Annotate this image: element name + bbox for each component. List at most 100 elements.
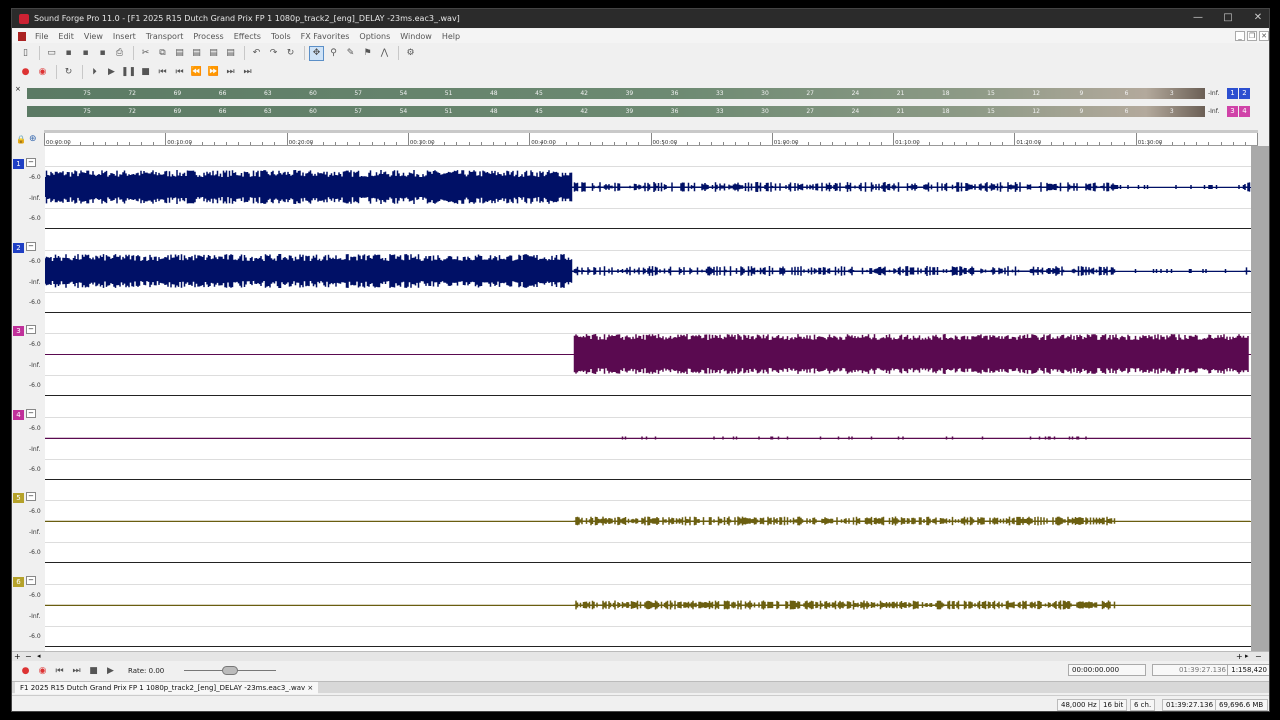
fast-forward-icon[interactable]: ⏩	[206, 65, 221, 80]
pause-icon[interactable]: ❚❚	[121, 65, 136, 80]
mix-icon[interactable]: ▤	[189, 46, 204, 61]
redo-icon[interactable]: ↷	[266, 46, 281, 61]
channel-number-1[interactable]: 1	[13, 159, 24, 169]
rate-slider-thumb[interactable]	[222, 666, 239, 675]
zoom-out-icon[interactable]: −	[25, 652, 32, 661]
arm-small-icon[interactable]: ◉	[35, 664, 50, 679]
crop-icon[interactable]: ▤	[206, 46, 221, 61]
render-icon[interactable]: ▪	[95, 46, 110, 61]
pencil-tool-icon[interactable]: ✎	[343, 46, 358, 61]
channel-number-3[interactable]: 3	[13, 326, 24, 336]
tab-close-icon[interactable]: ×	[307, 684, 313, 692]
stop-icon[interactable]: ■	[138, 65, 153, 80]
event-tool-icon[interactable]: ⚑	[360, 46, 375, 61]
channel-lane-3[interactable]	[45, 313, 1251, 396]
previous-icon[interactable]: ⏮	[172, 65, 187, 80]
rate-slider[interactable]	[184, 666, 277, 676]
menu-tools[interactable]: Tools	[266, 32, 296, 41]
new-file-icon[interactable]: ▯	[18, 46, 33, 61]
scroll-left-icon[interactable]: ◂	[37, 652, 41, 660]
open-folder-icon[interactable]: ▭	[44, 46, 59, 61]
go-to-start-icon[interactable]: ⏮	[155, 65, 170, 80]
channel-minimize-icon[interactable]: −	[26, 325, 36, 334]
channel-number-6[interactable]: 6	[13, 576, 24, 587]
snap-icon[interactable]: ⚙	[403, 46, 418, 61]
menu-window[interactable]: Window	[395, 32, 437, 41]
stop-small-icon[interactable]: ■	[86, 664, 101, 679]
scroll-right-icon[interactable]: ▸	[1245, 652, 1249, 660]
record-icon[interactable]: ●	[18, 65, 33, 80]
channel-number-4[interactable]: 4	[13, 409, 24, 420]
next-small-icon[interactable]: ⏭	[69, 664, 84, 679]
channel-lane-6[interactable]	[45, 564, 1251, 647]
close-meter-icon[interactable]: ×	[15, 85, 21, 93]
mdi-minimize-button[interactable]: _	[1235, 31, 1245, 41]
meter-channel-4[interactable]: 4	[1239, 106, 1250, 117]
channel-lane-5[interactable]	[45, 480, 1251, 563]
prev-small-icon[interactable]: ⏮	[52, 664, 67, 679]
trim-icon[interactable]: ▤	[223, 46, 238, 61]
menu-file[interactable]: File	[30, 32, 53, 41]
meter-tick-label: 39	[625, 108, 634, 115]
menu-options[interactable]: Options	[354, 32, 395, 41]
waveform-area[interactable]	[45, 146, 1251, 651]
menu-view[interactable]: View	[79, 32, 108, 41]
save-icon[interactable]: ▪	[61, 46, 76, 61]
repeat-icon[interactable]: ↻	[283, 46, 298, 61]
vertical-zoom-out-icon[interactable]: −	[1255, 652, 1262, 661]
mdi-restore-button[interactable]: ❐	[1247, 31, 1257, 41]
menu-transport[interactable]: Transport	[141, 32, 189, 41]
menu-insert[interactable]: Insert	[108, 32, 141, 41]
ruler-minor-tick	[1111, 142, 1113, 145]
channel-minimize-icon[interactable]: −	[26, 408, 36, 418]
channel-minimize-icon[interactable]: −	[26, 158, 36, 167]
cut-icon[interactable]: ✂	[138, 46, 153, 61]
undo-icon[interactable]: ↶	[249, 46, 264, 61]
copy-icon[interactable]: ⧉	[155, 46, 170, 61]
envelope-tool-icon[interactable]: ⋀	[377, 46, 392, 61]
zoom-in-right-icon[interactable]: +	[1236, 652, 1243, 661]
minimize-button[interactable]: —	[1183, 9, 1213, 28]
document-tab[interactable]: F1 2025 R15 Dutch Grand Prix FP 1 1080p_…	[15, 682, 319, 694]
channel-lane-4[interactable]	[45, 397, 1251, 480]
rewind-icon[interactable]: ⏪	[189, 65, 204, 80]
record-small-icon[interactable]: ●	[18, 664, 33, 679]
title-bar[interactable]: Sound Forge Pro 11.0 - [F1 2025 R15 Dutc…	[12, 9, 1269, 28]
play-icon[interactable]: ▶	[104, 65, 119, 80]
channel-minimize-icon[interactable]: −	[26, 575, 36, 585]
maximize-button[interactable]: □	[1213, 9, 1243, 28]
loop-icon[interactable]: ↻	[61, 65, 76, 80]
menu-edit[interactable]: Edit	[53, 32, 79, 41]
play-small-icon[interactable]: ▶	[103, 664, 118, 679]
time-ruler[interactable]: 00:00:00 00:10:00 00:20:00 00:30:00 00:40:00…	[44, 133, 1258, 146]
channel-number-2[interactable]: 2	[13, 242, 24, 253]
go-to-end-icon[interactable]: ⏭	[240, 65, 255, 80]
arm-record-icon[interactable]: ◉	[35, 65, 50, 80]
channel-lane-1[interactable]	[45, 146, 1251, 229]
edit-tool-icon[interactable]: ✥	[309, 45, 324, 61]
play-all-icon[interactable]: ⏵	[87, 65, 102, 80]
menu-effects[interactable]: Effects	[229, 32, 266, 41]
magnify-tool-icon[interactable]: ⚲	[326, 46, 341, 61]
menu-help[interactable]: Help	[437, 32, 465, 41]
meter-channel-3[interactable]: 3	[1227, 106, 1238, 117]
zoom-in-icon[interactable]: +	[14, 652, 21, 661]
meter-channel-2[interactable]: 2	[1239, 88, 1250, 99]
cursor-position[interactable]: 00:00:00.000	[1068, 664, 1146, 676]
channel-number-5[interactable]: 5	[13, 493, 24, 503]
lock-icon[interactable]: 🔒	[16, 135, 26, 144]
zoom-tool-icon[interactable]: ⊕	[29, 134, 37, 144]
meter-channel-1[interactable]: 1	[1227, 88, 1238, 99]
paste-icon[interactable]: ▤	[172, 46, 187, 61]
menu-fx-favorites[interactable]: FX Favorites	[296, 32, 355, 41]
channel-minimize-icon[interactable]: −	[26, 241, 36, 251]
save-as-icon[interactable]: ▪	[78, 46, 93, 61]
menu-process[interactable]: Process	[188, 32, 228, 41]
print-icon[interactable]: ⎙	[112, 46, 127, 61]
channel-minimize-icon[interactable]: −	[26, 492, 36, 501]
horizontal-scrollbar[interactable]: + − ◂ + ▸ −	[12, 651, 1269, 661]
channel-lane-2[interactable]	[45, 230, 1251, 313]
mdi-close-button[interactable]: ✕	[1259, 31, 1269, 41]
close-button[interactable]: ✕	[1243, 9, 1269, 28]
next-icon[interactable]: ⏭	[223, 65, 238, 80]
